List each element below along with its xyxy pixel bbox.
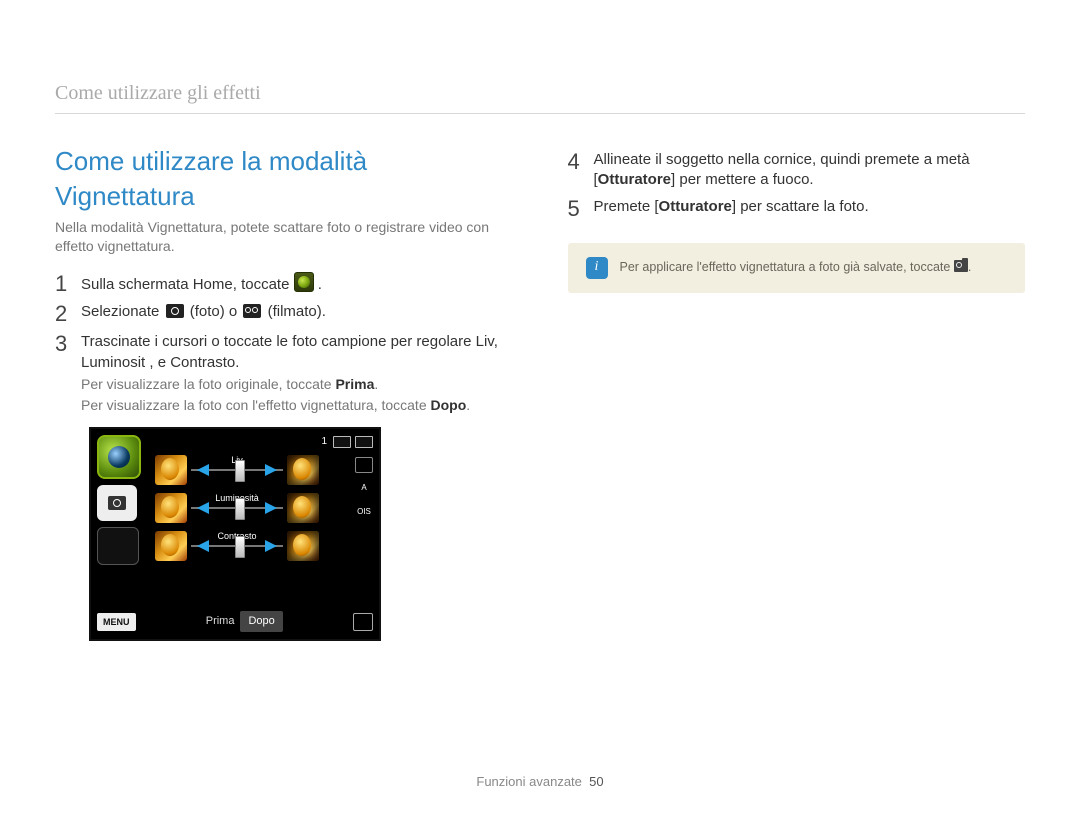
step-3: 3 Trascinate i cursori o toccate le foto… bbox=[55, 332, 513, 414]
thumb-plus[interactable]: + bbox=[287, 493, 319, 523]
step-2: 2 Selezionate (foto) o (filmato). bbox=[55, 302, 513, 326]
step-number: 5 bbox=[568, 197, 594, 221]
thumb-plus[interactable]: + bbox=[287, 531, 319, 561]
screenshot-mode-column bbox=[97, 435, 141, 565]
thumb-plus[interactable]: + bbox=[287, 455, 319, 485]
photo-icon bbox=[166, 304, 184, 318]
step-number: 4 bbox=[568, 150, 594, 191]
before-tab[interactable]: Prima bbox=[206, 614, 235, 629]
page-number: 50 bbox=[589, 774, 603, 789]
step-text: (foto) o bbox=[190, 303, 242, 320]
step-subnote: Per visualizzare la foto con l'effetto v… bbox=[81, 396, 513, 415]
adjust-sliders: − Liv + − Luminosità + bbox=[155, 455, 319, 569]
photo-mode-button[interactable] bbox=[97, 485, 137, 521]
ois-icon[interactable]: OIS bbox=[356, 507, 372, 521]
screenshot-right-icons: A OIS bbox=[355, 457, 373, 521]
step-number: 2 bbox=[55, 302, 81, 326]
note-box: i Per applicare l'effetto vignettatura a… bbox=[568, 243, 1026, 293]
slider-track[interactable]: Contrasto bbox=[191, 541, 283, 551]
step-1: 1 Sulla schermata Home, toccate . bbox=[55, 272, 513, 296]
bold-dopo: Dopo bbox=[431, 397, 467, 413]
step-number: 3 bbox=[55, 332, 81, 414]
album-icon bbox=[954, 260, 968, 272]
intro-text: Nella modalità Vignettatura, potete scat… bbox=[55, 218, 513, 256]
sub-text: . bbox=[374, 376, 378, 392]
sub-text: Per visualizzare la foto originale, tocc… bbox=[81, 376, 335, 392]
flash-auto-icon[interactable]: A bbox=[356, 483, 372, 497]
footer-section: Funzioni avanzate bbox=[476, 774, 582, 789]
bold-prima: Prima bbox=[335, 376, 374, 392]
step-4: 4 Allineate il soggetto nella cornice, q… bbox=[568, 150, 1026, 191]
vignette-app-icon bbox=[294, 272, 314, 292]
vignette-mode-button[interactable] bbox=[97, 435, 141, 479]
camera-screenshot: 1 A OIS − bbox=[89, 427, 381, 641]
left-column: Come utilizzare la modalità Vignettatura… bbox=[55, 144, 513, 641]
step-text: Premete [ bbox=[594, 198, 659, 215]
gallery-icon[interactable] bbox=[353, 613, 373, 631]
slider-row-contrasto: − Contrasto + bbox=[155, 531, 319, 561]
slider-track[interactable]: Liv bbox=[191, 465, 283, 475]
note-text-post: . bbox=[968, 260, 971, 274]
step-text: Selezionate bbox=[81, 303, 164, 320]
note-text-pre: Per applicare l'effetto vignettatura a f… bbox=[620, 260, 954, 274]
slider-row-luminosita: − Luminosità + bbox=[155, 493, 319, 523]
bold-otturatore: Otturatore bbox=[598, 171, 671, 188]
step-text: Sulla schermata Home, toccate bbox=[81, 276, 294, 293]
thumb-minus[interactable]: − bbox=[155, 493, 187, 523]
thumb-minus[interactable]: − bbox=[155, 531, 187, 561]
note-text: Per applicare l'effetto vignettatura a f… bbox=[620, 259, 972, 276]
aspect-icon[interactable] bbox=[355, 457, 373, 473]
menu-button[interactable]: MENU bbox=[97, 613, 136, 631]
shots-remaining: 1 bbox=[321, 435, 327, 449]
section-title: Come utilizzare la modalità Vignettatura bbox=[55, 144, 513, 214]
right-column: 4 Allineate il soggetto nella cornice, q… bbox=[568, 144, 1026, 641]
sub-text: . bbox=[466, 397, 470, 413]
memory-icon bbox=[333, 436, 351, 448]
slider-row-liv: − Liv + bbox=[155, 455, 319, 485]
page-footer: Funzioni avanzate 50 bbox=[0, 773, 1080, 791]
battery-icon bbox=[355, 436, 373, 448]
step-suffix: . bbox=[318, 276, 322, 293]
after-tab[interactable]: Dopo bbox=[240, 611, 282, 632]
slider-track[interactable]: Luminosità bbox=[191, 503, 283, 513]
screenshot-bottom-bar: MENU Prima Dopo bbox=[97, 611, 373, 633]
step-text: (filmato). bbox=[268, 303, 326, 320]
step-text: ] per scattare la foto. bbox=[732, 198, 869, 215]
step-subnote: Per visualizzare la foto originale, tocc… bbox=[81, 375, 513, 394]
empty-mode-slot bbox=[97, 527, 139, 565]
step-5: 5 Premete [Otturatore] per scattare la f… bbox=[568, 197, 1026, 221]
step-text: ] per mettere a fuoco. bbox=[671, 171, 814, 188]
video-icon bbox=[243, 304, 261, 318]
running-head: Come utilizzare gli effetti bbox=[55, 80, 1025, 114]
step-text: Trascinate i cursori o toccate le foto c… bbox=[81, 333, 498, 370]
sub-text: Per visualizzare la foto con l'effetto v… bbox=[81, 397, 431, 413]
thumb-minus[interactable]: − bbox=[155, 455, 187, 485]
bold-otturatore: Otturatore bbox=[659, 198, 732, 215]
info-icon: i bbox=[586, 257, 608, 279]
step-number: 1 bbox=[55, 272, 81, 296]
